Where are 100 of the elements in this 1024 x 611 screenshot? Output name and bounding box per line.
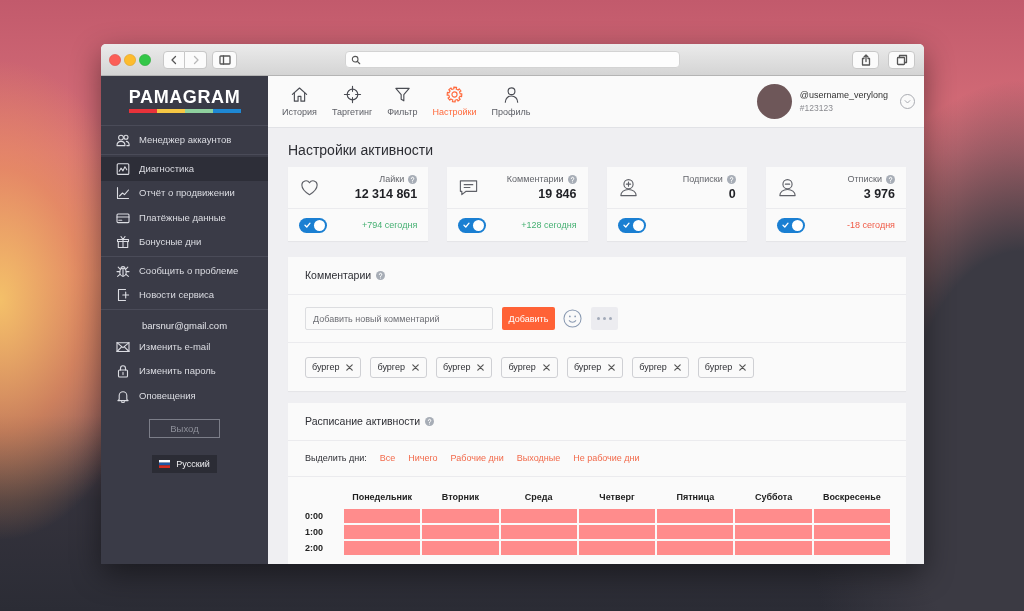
bug-icon <box>116 263 130 278</box>
stat-value: 0 <box>728 186 736 202</box>
schedule-cell[interactable] <box>344 509 421 523</box>
tag-label: бургер <box>639 361 667 373</box>
remove-icon[interactable] <box>411 363 419 371</box>
sidebar-item[interactable]: Бонусные дни <box>101 230 268 255</box>
schedule-cell[interactable] <box>500 525 577 539</box>
time-label: 1:00 <box>305 526 323 538</box>
check-icon <box>304 222 311 228</box>
toggle-switch[interactable] <box>299 217 327 233</box>
tag-label: бургер <box>442 361 471 373</box>
help-icon[interactable] <box>376 271 386 280</box>
emoji-icon[interactable] <box>563 309 582 328</box>
toggle-switch[interactable] <box>458 217 487 233</box>
schedule-cell[interactable] <box>422 525 499 539</box>
day-header: Понедельник <box>352 492 413 503</box>
panel-title: Расписание активности <box>305 415 421 428</box>
panel-title: Комментарии <box>305 269 372 282</box>
home-icon <box>289 85 309 104</box>
schedule-cell[interactable] <box>344 525 421 539</box>
schedule-cell[interactable] <box>500 541 577 555</box>
stat-label: Комментарии <box>506 173 564 185</box>
chevron-down-icon[interactable] <box>900 94 915 109</box>
sidebar-item[interactable]: Диагностика <box>101 156 268 181</box>
speech-bubble-icon <box>458 177 480 198</box>
schedule-cell[interactable] <box>422 509 499 523</box>
help-icon[interactable] <box>425 417 435 426</box>
remove-icon[interactable] <box>542 363 550 371</box>
stat-label: Отписки <box>847 173 882 185</box>
heart-icon <box>299 177 320 198</box>
schedule-cell[interactable] <box>735 541 812 555</box>
check-icon <box>781 222 789 228</box>
schedule-cell[interactable] <box>578 525 656 539</box>
sidebar-item[interactable]: Изменить пароль <box>101 359 268 384</box>
stat-label: Лайки <box>379 173 405 185</box>
schedule-cell[interactable] <box>344 541 421 555</box>
nav-tab[interactable]: История <box>282 85 317 118</box>
settings-icon <box>445 85 464 104</box>
nav-tab[interactable]: Фильтр <box>387 85 418 118</box>
people-icon <box>116 133 130 148</box>
tabs-button[interactable] <box>888 50 915 69</box>
toggle-switch[interactable] <box>776 217 805 233</box>
sidebar-toggle-button[interactable] <box>212 50 237 69</box>
sidebar-item[interactable]: Отчёт о продвижении <box>101 181 268 206</box>
schedule-cell[interactable] <box>578 541 656 555</box>
select-days-label: Выделить дни: <box>305 453 367 464</box>
user-id: #123123 <box>799 103 833 113</box>
schedule-cell[interactable] <box>578 509 656 523</box>
sidebar-item[interactable]: Менеджер аккаунтов <box>101 128 268 153</box>
nav-tab[interactable]: Таргетинг <box>331 85 373 118</box>
address-field[interactable] <box>345 51 680 68</box>
bell-icon <box>116 388 130 403</box>
schedule-cell[interactable] <box>657 541 734 555</box>
window-minimize-icon[interactable] <box>124 53 136 66</box>
schedule-cell[interactable] <box>735 525 812 539</box>
line-chart-icon <box>116 186 130 201</box>
help-icon[interactable] <box>408 174 418 184</box>
schedule-cell[interactable] <box>813 541 890 555</box>
sidebar-item[interactable]: Оповещения <box>101 383 268 408</box>
window-zoom-icon[interactable] <box>139 53 151 66</box>
share-button[interactable] <box>852 50 879 69</box>
back-button[interactable] <box>163 50 185 69</box>
schedule-cell[interactable] <box>813 509 890 523</box>
tag-label: бургер <box>573 361 602 373</box>
schedule-cell[interactable] <box>500 509 577 523</box>
nav-tab[interactable]: Профиль <box>491 85 531 118</box>
remove-icon[interactable] <box>346 363 354 371</box>
help-icon[interactable] <box>567 174 577 184</box>
sidebar-item[interactable]: Изменить e-mail <box>101 334 268 359</box>
day-header: Среда <box>524 492 553 503</box>
sidebar-item[interactable]: Сообщить о проблеме <box>101 258 268 283</box>
time-label: 0:00 <box>305 510 323 522</box>
schedule-cell[interactable] <box>735 509 812 523</box>
schedule-cell[interactable] <box>657 509 734 523</box>
more-button[interactable] <box>591 307 618 330</box>
toggle-switch[interactable] <box>617 217 646 233</box>
logout-button[interactable]: Выход <box>149 419 220 438</box>
stat-value: 3 976 <box>863 186 895 202</box>
schedule-cell[interactable] <box>657 525 734 539</box>
tag-label: бургер <box>704 361 733 373</box>
schedule-cell[interactable] <box>813 525 890 539</box>
help-icon[interactable] <box>886 174 895 184</box>
username: @username_verylong <box>799 90 888 101</box>
sidebar-item[interactable]: Новости сервиса <box>101 283 268 308</box>
share-icon <box>859 53 872 66</box>
schedule-cell[interactable] <box>422 541 499 555</box>
sidebar-item[interactable]: Платёжные данные <box>101 205 268 230</box>
more-icon <box>597 317 612 320</box>
remove-icon[interactable] <box>739 363 747 371</box>
comment-input[interactable]: Добавить новый комментарий <box>305 307 493 330</box>
time-label: 2:00 <box>305 542 323 554</box>
language-button[interactable]: Русский <box>152 455 217 473</box>
remove-icon[interactable] <box>608 363 616 371</box>
window-close-icon[interactable] <box>109 53 121 66</box>
day-header: Суббота <box>754 492 793 503</box>
remove-icon[interactable] <box>477 363 485 371</box>
filter-icon <box>392 85 412 104</box>
help-icon[interactable] <box>726 174 736 184</box>
remove-icon[interactable] <box>673 363 681 371</box>
envelope-icon <box>116 339 130 354</box>
